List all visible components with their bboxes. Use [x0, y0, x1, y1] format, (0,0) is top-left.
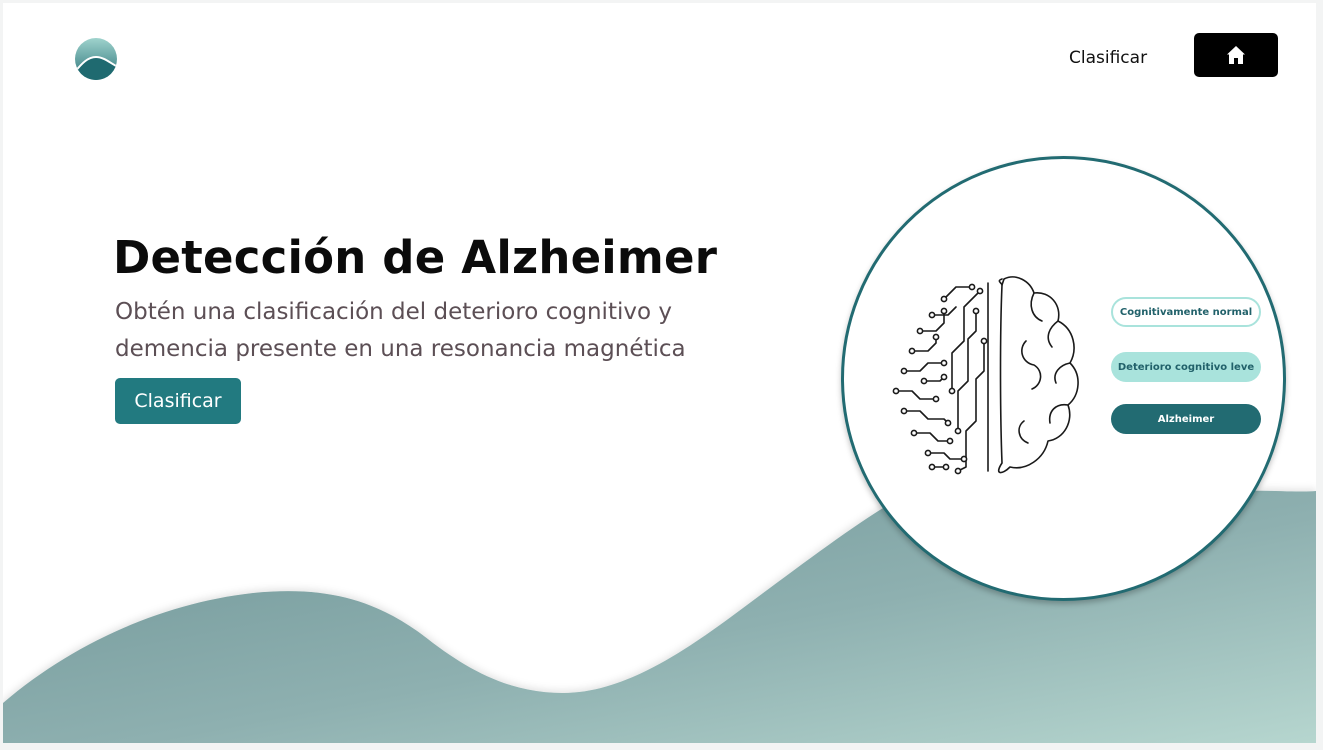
classification-illustration: Cognitivamente normal Deterioro cognitiv… — [841, 156, 1286, 601]
nav-clasificar-link[interactable]: Clasificar — [1069, 48, 1147, 68]
hero-subtitle: Obtén una clasificación del deterioro co… — [115, 299, 686, 362]
circuit-brain-icon — [892, 276, 1079, 475]
class-pill-mild: Deterioro cognitivo leve — [1111, 352, 1261, 382]
wave-logo-icon[interactable] — [74, 37, 118, 81]
class-pill-normal: Cognitivamente normal — [1111, 297, 1261, 327]
landing-page: Clasificar Detección de Alzheimer Obtén … — [3, 3, 1316, 743]
page-title: Detección de Alzheimer — [113, 231, 718, 284]
home-button[interactable] — [1194, 33, 1278, 77]
home-icon — [1227, 46, 1245, 64]
class-pill-alzheimer: Alzheimer — [1111, 404, 1261, 434]
clasificar-button[interactable]: Clasificar — [115, 378, 241, 424]
